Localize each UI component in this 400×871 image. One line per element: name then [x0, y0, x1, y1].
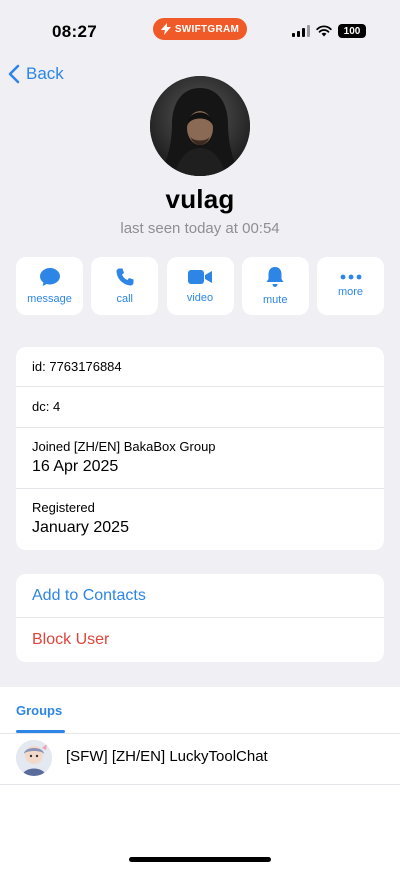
cellular-signal-icon	[292, 25, 310, 37]
registered-row[interactable]: Registered January 2025	[16, 489, 384, 550]
call-button[interactable]: call	[91, 257, 159, 315]
battery-level: 100	[343, 25, 361, 37]
joined-row[interactable]: Joined [ZH/EN] BakaBox Group 16 Apr 2025	[16, 428, 384, 489]
shared-media-panel: Groups [SFW] [ZH/EN] LuckyToolChat	[0, 687, 400, 871]
video-camera-icon	[188, 270, 212, 284]
profile-avatar[interactable]	[150, 76, 250, 176]
bell-icon	[266, 267, 284, 287]
more-label: more	[337, 286, 364, 298]
phone-icon	[116, 268, 134, 286]
lightning-icon	[160, 23, 171, 35]
chevron-left-icon	[8, 64, 20, 84]
message-button[interactable]: message	[16, 257, 83, 315]
message-bubble-icon	[39, 268, 60, 286]
add-to-contacts-button[interactable]: Add to Contacts	[16, 574, 384, 618]
back-label: Back	[26, 64, 64, 83]
joined-date: 16 Apr 2025	[32, 458, 119, 475]
home-indicator[interactable]	[129, 857, 271, 862]
registered-date: January 2025	[32, 519, 129, 536]
status-time: 08:27	[52, 22, 97, 41]
user-id: id: 7763176884	[32, 359, 122, 374]
swiftgram-badge[interactable]: SWIFTGRAM	[153, 18, 247, 40]
profile-actions: message call video mute more	[16, 257, 384, 315]
tab-groups[interactable]: Groups	[16, 703, 62, 718]
battery-icon: 100	[338, 24, 366, 38]
back-button[interactable]: Back	[8, 64, 64, 84]
mute-button[interactable]: mute	[241, 257, 309, 315]
joined-label: Joined [ZH/EN] BakaBox Group	[32, 439, 216, 454]
video-label: video	[186, 292, 214, 304]
call-label: call	[116, 293, 133, 305]
user-id-row[interactable]: id: 7763176884	[16, 347, 384, 387]
contact-actions-card: Add to Contacts Block User	[16, 574, 384, 662]
dc-row[interactable]: dc: 4	[16, 387, 384, 428]
brand-label: SWIFTGRAM	[174, 23, 240, 35]
anime-character-icon	[16, 740, 52, 776]
video-button[interactable]: video	[166, 257, 234, 315]
registered-label: Registered	[32, 500, 95, 515]
group-avatar	[16, 740, 52, 776]
mute-label: mute	[263, 294, 288, 306]
ellipsis-icon	[340, 274, 361, 280]
last-seen-status: last seen today at 00:54	[120, 220, 280, 237]
data-center: dc: 4	[32, 399, 61, 414]
block-user-button[interactable]: Block User	[16, 618, 384, 662]
profile-name: vulag	[165, 184, 235, 214]
wifi-icon	[316, 25, 332, 37]
status-bar: 08:27 SWIFTGRAM 100	[0, 0, 400, 56]
status-indicators: 100	[292, 24, 366, 38]
message-label: message	[27, 293, 72, 305]
user-info-card: id: 7763176884 dc: 4 Joined [ZH/EN] Baka…	[16, 347, 384, 550]
hooded-figure-image	[150, 76, 250, 176]
list-divider	[0, 784, 400, 785]
more-button[interactable]: more	[317, 257, 384, 315]
list-item[interactable]: [SFW] [ZH/EN] LuckyToolChat	[0, 734, 400, 782]
group-name: [SFW] [ZH/EN] LuckyToolChat	[66, 748, 268, 765]
